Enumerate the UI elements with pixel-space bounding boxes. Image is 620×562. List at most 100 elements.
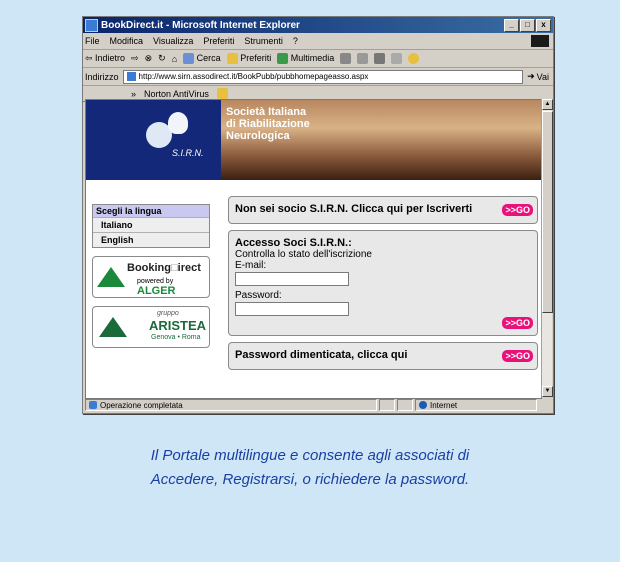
- media-label: Multimedia: [290, 52, 335, 63]
- left-column: Scegli la lingua Italiano English Bookin…: [92, 204, 210, 348]
- direct-word: irect: [177, 262, 201, 274]
- messenger-icon[interactable]: [408, 53, 420, 64]
- menu-preferiti[interactable]: Preferiti: [203, 36, 234, 46]
- access-title: Accesso Soci S.I.R.N.:: [235, 237, 352, 249]
- sirn-logo-text: S.I.R.N.: [172, 148, 204, 158]
- bookingdirect-wordmark: Booking□irect: [127, 262, 201, 274]
- banner-line-3: Neurologica: [226, 130, 290, 142]
- stop-button[interactable]: ⊗: [145, 53, 153, 64]
- register-panel[interactable]: Non sei socio S.I.R.N. Clicca qui per Is…: [228, 196, 538, 224]
- toolbar: ⇦ Indietro ⇨ ⊗ ↻ ⌂ Cerca Preferiti Multi…: [83, 50, 553, 68]
- alger-text: ALGER: [137, 285, 176, 297]
- norton-antivirus-link[interactable]: Norton AntiVirus: [144, 89, 209, 99]
- caption-line-2: Accedere, Registrarsi, o richiedere la p…: [150, 471, 470, 488]
- language-italiano[interactable]: Italiano: [93, 217, 209, 232]
- page-done-icon: [89, 401, 97, 409]
- norton-icon[interactable]: [216, 88, 228, 99]
- menu-help[interactable]: ?: [293, 36, 298, 46]
- edit-icon[interactable]: [391, 53, 403, 64]
- title-bar: BookDirect.it - Microsoft Internet Explo…: [83, 17, 553, 33]
- address-input[interactable]: http://www.sirn.assodirect.it/BookPubb/p…: [122, 69, 524, 84]
- alger-triangle-icon: [97, 267, 125, 287]
- right-column: Non sei socio S.I.R.N. Clicca qui per Is…: [228, 196, 538, 376]
- gruppo-text: gruppo: [157, 310, 179, 317]
- mail-icon[interactable]: [357, 53, 369, 64]
- address-bar: Indirizzo http://www.sirn.assodirect.it/…: [83, 68, 553, 86]
- banner-line-1: Società Italiana: [226, 106, 307, 118]
- go-icon[interactable]: ➜: [527, 71, 535, 82]
- aristea-triangle-icon: [99, 317, 127, 337]
- back-button[interactable]: ⇦ Indietro: [85, 53, 125, 64]
- menu-file[interactable]: File: [85, 36, 100, 46]
- browser-window: BookDirect.it - Microsoft Internet Explo…: [82, 16, 554, 414]
- menu-bar: File Modifica Visualizza Preferiti Strum…: [83, 33, 553, 50]
- aristea-text: ARISTEA: [149, 318, 207, 333]
- favorites-label: Preferiti: [240, 52, 272, 63]
- scroll-thumb[interactable]: [542, 111, 553, 313]
- forgot-password-panel[interactable]: Password dimenticata, clicca qui >>GO: [228, 342, 538, 370]
- banner-line-2: di Riabilitazione: [226, 118, 310, 130]
- language-selector: Scegli la lingua Italiano English: [92, 204, 210, 248]
- home-button[interactable]: ⌂: [172, 54, 177, 64]
- status-pane: Operazione completata: [85, 399, 377, 411]
- caption-line-1: Il Portale multilingue e consente agli a…: [150, 447, 470, 464]
- menu-visualizza[interactable]: Visualizza: [153, 36, 193, 46]
- page-content: S.I.R.N. Società Italiana di Riabilitazi…: [85, 99, 542, 399]
- genova-roma-text: Genova • Roma: [151, 334, 201, 341]
- internet-globe-icon: [419, 401, 427, 409]
- scroll-down-icon[interactable]: ▼: [542, 386, 553, 397]
- search-button[interactable]: Cerca: [183, 52, 221, 65]
- register-go-button[interactable]: >>GO: [502, 204, 533, 216]
- aristea-logo[interactable]: gruppo ARISTEA Genova • Roma: [92, 306, 210, 348]
- email-field[interactable]: [235, 272, 349, 286]
- menu-strumenti[interactable]: Strumenti: [244, 36, 283, 46]
- menu-modifica[interactable]: Modifica: [110, 36, 144, 46]
- access-subtitle: Controlla lo stato dell'iscrizione: [235, 249, 372, 260]
- forgot-password-link[interactable]: Password dimenticata, clicca qui: [229, 343, 537, 367]
- page-icon: [126, 72, 136, 81]
- access-panel: Accesso Soci S.I.R.N.: Controlla lo stat…: [228, 230, 538, 336]
- language-english[interactable]: English: [93, 232, 209, 247]
- login-go-button[interactable]: >>GO: [502, 317, 533, 329]
- booking-word: Booking: [127, 262, 171, 274]
- ie-icon: [85, 18, 98, 32]
- sirn-banner: S.I.R.N. Società Italiana di Riabilitazi…: [86, 100, 541, 180]
- window-title: BookDirect.it - Microsoft Internet Explo…: [101, 19, 300, 31]
- history-icon[interactable]: [340, 53, 352, 64]
- banner-title: Società Italiana di Riabilitazione Neuro…: [226, 106, 310, 142]
- scroll-up-icon[interactable]: ▲: [542, 99, 553, 110]
- register-link[interactable]: Non sei socio S.I.R.N. Clicca qui per Is…: [229, 197, 537, 221]
- caption: Il Portale multilingue e consente agli a…: [0, 444, 620, 492]
- status-pane-2: [379, 399, 395, 411]
- zone-pane: Internet: [415, 399, 537, 411]
- favorites-button[interactable]: Preferiti: [226, 52, 272, 65]
- maximize-button[interactable]: □: [520, 18, 535, 32]
- password-label: Password:: [235, 290, 282, 301]
- address-label: Indirizzo: [85, 71, 119, 82]
- go-button[interactable]: Vai: [537, 72, 549, 82]
- windows-flag-icon: [531, 35, 549, 47]
- search-label: Cerca: [196, 52, 221, 63]
- email-label: E-mail:: [235, 260, 267, 271]
- language-header: Scegli la lingua: [93, 205, 209, 217]
- status-pane-3: [397, 399, 413, 411]
- media-icon: [277, 53, 289, 65]
- bookingdirect-logo[interactable]: Booking□irect powered by ALGER: [92, 256, 210, 298]
- links-chevron[interactable]: »: [131, 89, 136, 99]
- media-button[interactable]: Multimedia: [277, 52, 335, 65]
- search-icon: [183, 53, 195, 65]
- minimize-button[interactable]: _: [504, 18, 519, 32]
- forgot-go-button[interactable]: >>GO: [502, 350, 533, 362]
- password-field[interactable]: [235, 302, 349, 316]
- close-button[interactable]: x: [536, 18, 551, 32]
- refresh-button[interactable]: ↻: [158, 53, 166, 64]
- print-icon[interactable]: [374, 53, 386, 64]
- forward-button[interactable]: ⇨: [131, 53, 139, 64]
- powered-by: powered by ALGER: [137, 278, 209, 297]
- star-icon: [226, 53, 238, 65]
- vertical-scrollbar[interactable]: ▲ ▼: [541, 99, 553, 397]
- zone-text: Internet: [430, 400, 458, 410]
- sirn-logo-head-icon: [168, 112, 188, 134]
- address-url: http://www.sirn.assodirect.it/BookPubb/p…: [138, 72, 369, 81]
- status-text: Operazione completata: [100, 400, 183, 410]
